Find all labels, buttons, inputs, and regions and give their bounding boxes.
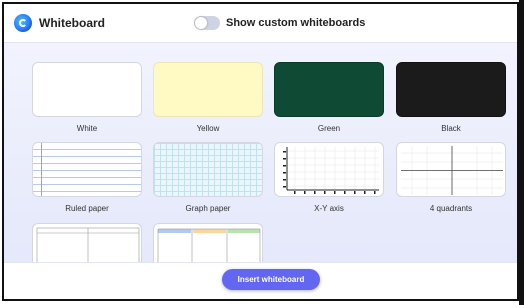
board-label: White [76,124,98,133]
board-black[interactable] [396,62,506,117]
board-label: Green [317,124,341,133]
board-xy-axis[interactable] [274,142,384,197]
board-4-quadrants[interactable] [396,142,506,197]
board-ruled-paper[interactable] [32,142,142,197]
board-white[interactable] [32,62,142,117]
board-green[interactable] [274,62,384,117]
board-label: Black [441,124,461,133]
dialog-footer: Insert whiteboard [4,262,517,299]
dialog-header: Whiteboard Show custom whiteboards [4,4,517,43]
board-label: Graph paper [185,204,231,213]
board-label: Ruled paper [65,204,109,213]
board-yellow[interactable] [153,62,263,117]
two-column-thumbnail [36,227,140,267]
whiteboard-dialog: Whiteboard Show custom whiteboards White… [2,2,519,301]
board-graph-paper[interactable] [153,142,263,197]
three-column-thumbnail [157,228,261,267]
board-template-two-column[interactable] [32,223,142,267]
app-logo-icon [14,14,32,32]
board-label: Yellow [196,124,220,133]
window-edge [519,0,524,305]
dialog-title: Whiteboard [39,16,105,30]
board-label: X-Y axis [314,204,344,213]
board-label: 4 quadrants [429,204,473,213]
custom-whiteboards-toggle[interactable] [194,16,220,30]
xy-axis-thumbnail [283,147,379,194]
toggle-label: Show custom whiteboards [226,17,366,29]
quadrants-thumbnail [401,146,503,195]
insert-whiteboard-button[interactable]: Insert whiteboard [222,269,320,290]
board-template-three-column[interactable] [153,223,263,267]
toggle-knob [195,17,207,29]
